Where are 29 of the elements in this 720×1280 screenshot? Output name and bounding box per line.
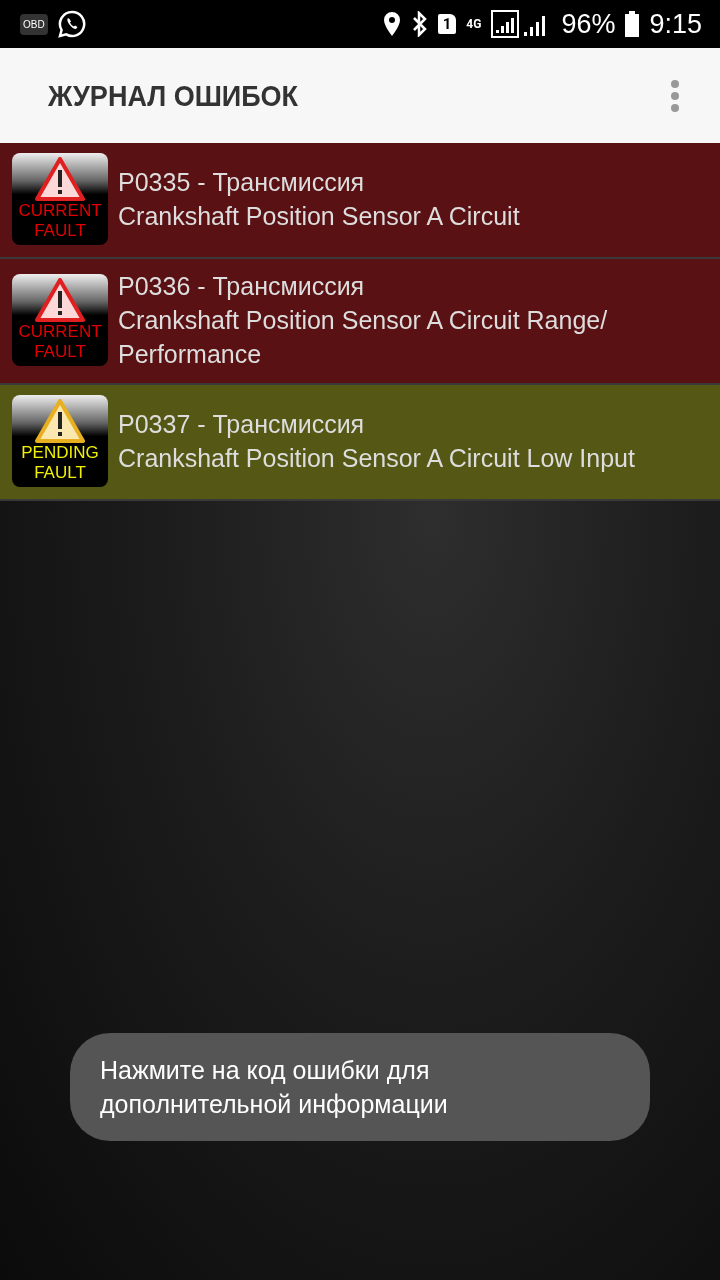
network-type: 4G [466,17,482,31]
badge-label: CURRENT [18,201,102,221]
battery-icon [625,11,640,37]
toast-message: Нажмите на код ошибки для дополнительной информации [70,1033,650,1141]
sim-indicator: 1 [437,14,457,34]
bluetooth-icon [411,11,428,37]
battery-percent: 96% [561,8,616,40]
badge-label: FAULT [34,463,86,483]
clock: 9:15 [649,8,702,40]
badge-label: FAULT [34,342,86,362]
screen-title: ЖУРНАЛ ОШИБОК [48,78,299,113]
location-icon [381,11,402,37]
warning-icon [35,157,85,201]
fault-row[interactable]: PENDING FAULT P0337 - Трансмиссия Crankshaft Position Sensor A Circuit Low Input [0,385,720,501]
fault-row[interactable]: CURRENT FAULT P0336 - Трансмиссия Crankshaft Position Sensor A Circuit Range/ Performance [0,259,720,385]
app-notification-icon: OBD [20,13,48,35]
fault-description: Crankshaft Position Sensor A Circuit [118,201,520,232]
warning-icon [35,399,85,443]
badge-label: CURRENT [18,322,102,342]
fault-code: P0336 - Трансмиссия [118,271,366,302]
fault-description: Crankshaft Position Sensor A Circuit Range/ Performance [118,305,609,370]
badge-label: PENDING [21,443,99,463]
chat-bubble-icon [57,10,86,38]
warning-icon [35,278,85,322]
fault-code: P0335 - Трансмиссия [118,167,366,198]
fault-description: Crankshaft Position Sensor A Circuit Low Input [118,443,635,474]
fault-code: P0337 - Трансмиссия [118,409,366,440]
badge-label: FAULT [34,221,86,241]
more-menu-icon[interactable] [670,78,680,113]
